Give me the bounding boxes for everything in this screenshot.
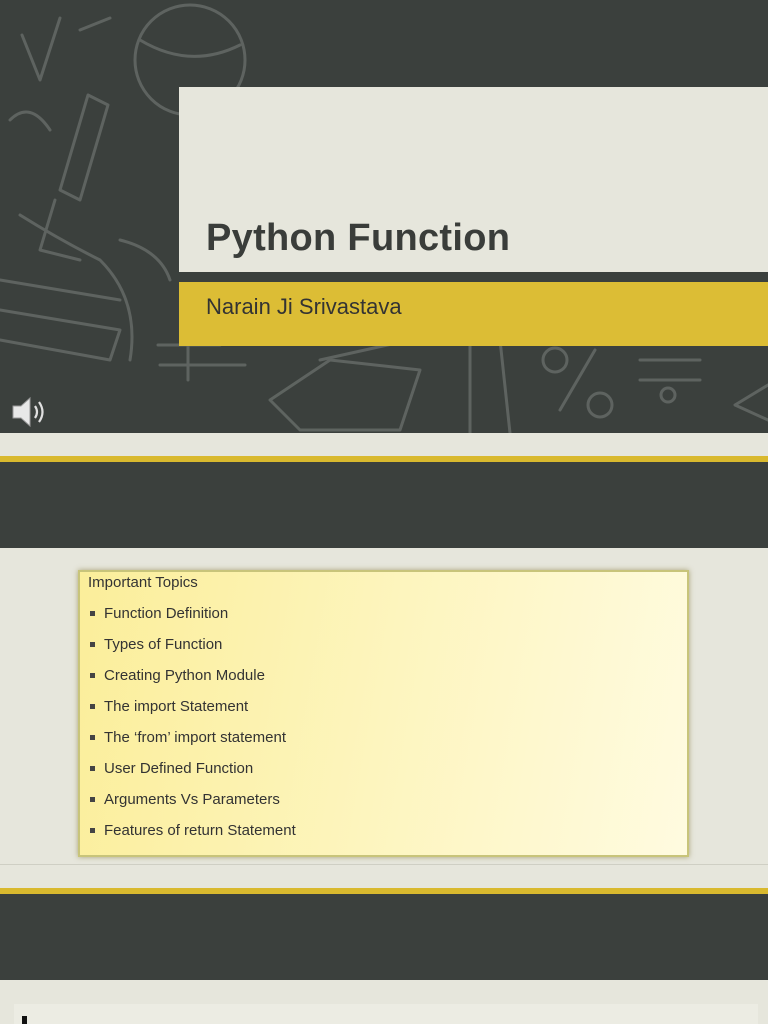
topic-list: Function Definition Types of Function Cr… bbox=[88, 605, 296, 853]
bullet-icon bbox=[22, 1016, 27, 1024]
title-panel: Python Function bbox=[179, 87, 768, 272]
list-item: Creating Python Module bbox=[88, 667, 296, 698]
slide3-content-panel bbox=[14, 1004, 758, 1024]
bullet-icon bbox=[90, 766, 95, 771]
bullet-icon bbox=[90, 611, 95, 616]
speaker-icon[interactable] bbox=[10, 393, 50, 431]
slide3-header-band bbox=[0, 894, 768, 980]
bullet-icon bbox=[90, 642, 95, 647]
list-item: Features of return Statement bbox=[88, 822, 296, 853]
topics-heading: Important Topics bbox=[88, 574, 198, 591]
list-item: The ‘from’ import statement bbox=[88, 729, 296, 760]
subtitle-band: Narain Ji Srivastava bbox=[179, 282, 768, 346]
list-item: User Defined Function bbox=[88, 760, 296, 791]
bullet-icon bbox=[90, 673, 95, 678]
bullet-icon bbox=[90, 797, 95, 802]
slide2-header-band bbox=[0, 462, 768, 548]
slide2-bottom-line bbox=[0, 864, 768, 865]
list-item: Arguments Vs Parameters bbox=[88, 791, 296, 822]
bullet-icon bbox=[90, 704, 95, 709]
bullet-icon bbox=[90, 735, 95, 740]
slide-subtitle: Narain Ji Srivastava bbox=[206, 294, 402, 319]
topics-box: Important Topics Function Definition Typ… bbox=[78, 570, 689, 857]
list-item: The import Statement bbox=[88, 698, 296, 729]
slide-title: Python Function bbox=[206, 217, 511, 259]
list-item: Types of Function bbox=[88, 636, 296, 667]
bullet-icon bbox=[90, 828, 95, 833]
list-item: Function Definition bbox=[88, 605, 296, 636]
title-slide: Python Function Narain Ji Srivastava bbox=[0, 0, 768, 433]
